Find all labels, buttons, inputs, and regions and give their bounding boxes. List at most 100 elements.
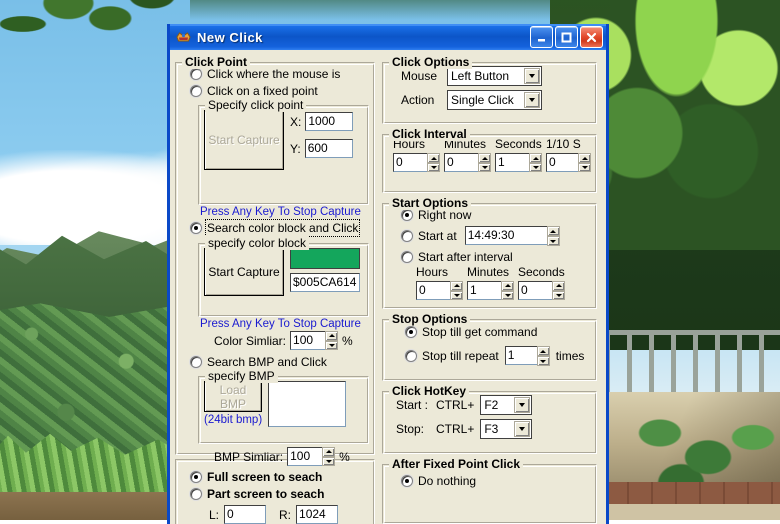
interval-minutes-input[interactable]: 0	[444, 153, 478, 172]
click-action-select[interactable]: Single Click	[447, 90, 542, 110]
hotkey-stop-key-select[interactable]: F3	[480, 419, 532, 439]
click-action-value: Single Click	[451, 93, 523, 107]
color-similar-input[interactable]: 100	[290, 331, 325, 350]
start-seconds-label: Seconds	[518, 265, 565, 279]
spin-down-icon[interactable]	[547, 236, 560, 246]
x-coordinate-input[interactable]: 1000	[305, 112, 353, 131]
right-bound-label: R:	[279, 508, 291, 522]
spin-up-icon[interactable]	[322, 447, 335, 457]
radio-label: Part screen to seach	[207, 487, 324, 501]
chevron-down-icon[interactable]	[524, 68, 540, 84]
interval-seconds-label: Seconds	[495, 137, 542, 151]
radio-search-bmp[interactable]: Search BMP and Click	[190, 355, 369, 369]
spin-down-icon[interactable]	[325, 341, 338, 351]
left-column: Click Point Click where the mouse is Cli…	[175, 56, 375, 524]
bmp-similar-stepper[interactable]: 100	[287, 447, 335, 466]
bmp-similar-input[interactable]: 100	[287, 447, 322, 466]
after-fixed-point-click-group: After Fixed Point Click Do nothing	[382, 458, 597, 524]
radio-dot-icon	[401, 475, 413, 487]
start-hours-input[interactable]: 0	[416, 281, 450, 300]
mouse-button-value: Left Button	[451, 69, 523, 83]
app-crown-icon	[175, 29, 192, 45]
start-capture-color-button[interactable]: Start Capture	[204, 248, 284, 296]
hotkey-start-key-select[interactable]: F2	[480, 395, 532, 415]
radio-dot-icon	[405, 350, 417, 362]
spin-up-icon[interactable]	[552, 281, 565, 291]
chevron-down-icon[interactable]	[524, 92, 540, 108]
stop-repeat-count-stepper[interactable]: 1	[505, 346, 550, 366]
spin-down-icon[interactable]	[537, 356, 550, 366]
left-bound-input[interactable]: 0	[224, 505, 266, 524]
close-icon[interactable]	[580, 26, 603, 48]
interval-minutes-stepper[interactable]: 0	[444, 153, 491, 172]
action-label: Action	[401, 93, 441, 107]
spin-up-icon[interactable]	[529, 153, 542, 163]
color-similar-stepper[interactable]: 100	[290, 331, 338, 350]
right-bound-input[interactable]: 1024	[296, 505, 338, 524]
interval-tenths-input[interactable]: 0	[546, 153, 578, 172]
spin-up-icon[interactable]	[325, 331, 338, 341]
spin-down-icon[interactable]	[501, 291, 514, 301]
radio-start-right-now[interactable]: Right now	[401, 208, 591, 222]
spin-up-icon[interactable]	[478, 153, 491, 163]
bmp-preview-box[interactable]	[268, 381, 346, 427]
chevron-down-icon[interactable]	[514, 421, 530, 437]
spin-up-icon[interactable]	[427, 153, 440, 163]
hotkey-start-modifier: CTRL+	[436, 398, 474, 412]
radio-search-color-block[interactable]: Search color block and Click	[190, 221, 369, 235]
click-point-group: Click Point Click where the mouse is Cli…	[175, 56, 375, 455]
start-at-time-stepper[interactable]: 14:49:30	[465, 226, 560, 246]
spin-up-icon[interactable]	[578, 153, 591, 163]
radio-label: Full screen to seach	[207, 470, 322, 484]
start-minutes-input[interactable]: 1	[467, 281, 501, 300]
click-interval-group-title: Click Interval	[389, 127, 470, 141]
y-coordinate-input[interactable]: 600	[305, 139, 353, 158]
spin-down-icon[interactable]	[478, 163, 491, 173]
radio-dot-icon	[190, 68, 202, 80]
spin-down-icon[interactable]	[427, 163, 440, 173]
start-minutes-stepper[interactable]: 1	[467, 281, 514, 300]
start-capture-point-button[interactable]: Start Capture	[204, 110, 284, 170]
interval-seconds-input[interactable]: 1	[495, 153, 529, 172]
start-seconds-input[interactable]: 0	[518, 281, 552, 300]
interval-seconds-stepper[interactable]: 1	[495, 153, 542, 172]
radio-start-after-interval[interactable]: Start after interval	[401, 250, 591, 264]
interval-hours-input[interactable]: 0	[393, 153, 427, 172]
minimize-icon[interactable]	[530, 26, 553, 48]
load-bmp-button[interactable]: Load BMP	[204, 381, 262, 412]
spin-up-icon[interactable]	[501, 281, 514, 291]
start-hours-stepper[interactable]: 0	[416, 281, 463, 300]
spin-up-icon[interactable]	[537, 346, 550, 356]
color-swatch[interactable]	[290, 248, 360, 269]
radio-dot-icon	[401, 230, 413, 242]
spin-up-icon[interactable]	[547, 226, 560, 236]
chevron-down-icon[interactable]	[514, 397, 530, 413]
stop-repeat-count-input[interactable]: 1	[505, 346, 537, 365]
radio-stop-till-command[interactable]: Stop till get command	[405, 325, 591, 339]
maximize-icon[interactable]	[555, 26, 578, 48]
spin-down-icon[interactable]	[552, 291, 565, 301]
hotkey-stop-modifier: CTRL+	[436, 422, 474, 436]
interval-hours-stepper[interactable]: 0	[393, 153, 440, 172]
start-at-time-input[interactable]: 14:49:30	[465, 226, 547, 245]
radio-full-screen-search[interactable]: Full screen to seach	[190, 470, 369, 484]
color-similar-label: Color Simliar:	[214, 334, 286, 348]
window-title-bar[interactable]: New Click	[170, 24, 606, 50]
spin-down-icon[interactable]	[529, 163, 542, 173]
radio-start-at[interactable]: Start at	[401, 229, 457, 243]
mouse-button-select[interactable]: Left Button	[447, 66, 542, 86]
specify-click-point-group: Specify click point Start Capture X: 100…	[198, 99, 369, 205]
radio-part-screen-search[interactable]: Part screen to seach	[190, 487, 369, 501]
radio-stop-till-repeat[interactable]: Stop till repeat	[405, 349, 499, 363]
radio-click-fixed-point[interactable]: Click on a fixed point	[190, 84, 369, 98]
spin-up-icon[interactable]	[450, 281, 463, 291]
radio-click-where-mouse-is[interactable]: Click where the mouse is	[190, 67, 369, 81]
spin-down-icon[interactable]	[578, 163, 591, 173]
start-seconds-stepper[interactable]: 0	[518, 281, 565, 300]
color-value-input[interactable]: $005CA614	[290, 273, 360, 292]
click-point-group-title: Click Point	[182, 55, 250, 69]
radio-do-nothing[interactable]: Do nothing	[401, 474, 591, 488]
spin-down-icon[interactable]	[450, 291, 463, 301]
stop-options-group-title: Stop Options	[389, 312, 470, 326]
interval-tenths-stepper[interactable]: 0	[546, 153, 591, 172]
